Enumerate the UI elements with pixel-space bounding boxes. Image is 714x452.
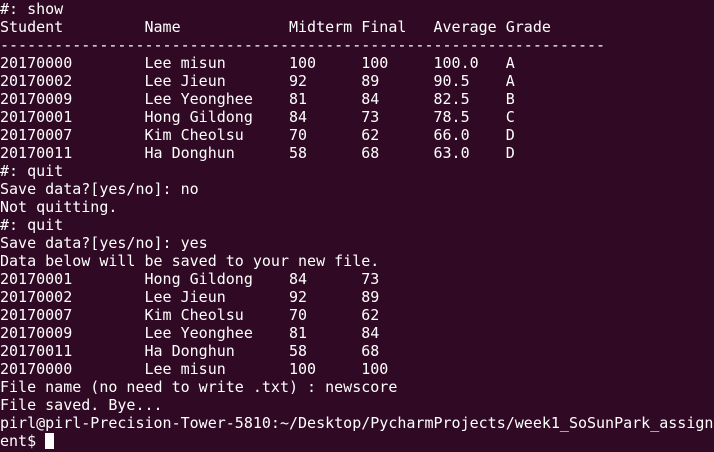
terminal-line-5: 20170009 Lee Yeonghee 81 84 82.5 B — [0, 90, 515, 108]
terminal-line-13: Save data?[yes/no]: yes — [0, 234, 208, 252]
terminal-line-17: 20170007 Kim Cheolsu 70 62 — [0, 306, 380, 324]
terminal-line-20: 20170000 Lee misun 100 100 — [0, 360, 389, 378]
terminal-line-3: 20170000 Lee misun 100 100 100.0 A — [0, 54, 515, 72]
terminal-line-9: #: quit — [0, 162, 64, 180]
terminal-window[interactable]: #: show Student Name Midterm Final Avera… — [0, 0, 714, 452]
terminal-line-16: 20170002 Lee Jieun 92 89 — [0, 288, 380, 306]
shell-prompt-text: ent$ — [0, 432, 46, 450]
terminal-line-21: File name (no need to write .txt) : news… — [0, 378, 398, 396]
terminal-line-15: 20170001 Hong Gildong 84 73 — [0, 270, 380, 288]
terminal-line-2: ----------------------------------------… — [0, 36, 606, 54]
text-cursor — [45, 433, 55, 449]
terminal-line-7: 20170007 Kim Cheolsu 70 62 66.0 D — [0, 126, 515, 144]
terminal-line-0: #: show — [0, 0, 64, 18]
terminal-line-1: Student Name Midterm Final Average Grade — [0, 18, 551, 36]
terminal-line-8: 20170011 Ha Donghun 58 68 63.0 D — [0, 144, 515, 162]
terminal-line-23: pirl@pirl-Precision-Tower-5810:~/Desktop… — [0, 414, 714, 432]
terminal-line-12: #: quit — [0, 216, 64, 234]
terminal-line-4: 20170002 Lee Jieun 92 89 90.5 A — [0, 72, 515, 90]
terminal-line-10: Save data?[yes/no]: no — [0, 180, 199, 198]
terminal-line-19: 20170011 Ha Donghun 58 68 — [0, 342, 380, 360]
terminal-line-14: Data below will be saved to your new fil… — [0, 252, 380, 270]
terminal-line-22: File saved. Bye... — [0, 396, 163, 414]
terminal-line-18: 20170009 Lee Yeonghee 81 84 — [0, 324, 380, 342]
terminal-line-6: 20170001 Hong Gildong 84 73 78.5 C — [0, 108, 515, 126]
terminal-line-11: Not quitting. — [0, 198, 118, 216]
shell-prompt[interactable]: ent$ — [0, 432, 714, 450]
